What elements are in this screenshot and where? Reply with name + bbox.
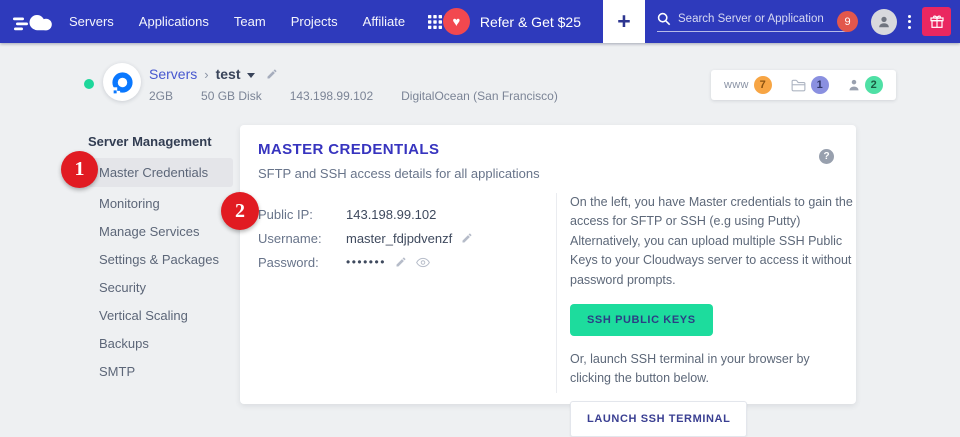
- edit-password-icon[interactable]: [395, 256, 407, 268]
- cloudways-logo-icon[interactable]: [13, 9, 59, 35]
- team-count: 2: [864, 76, 883, 94]
- password-value: •••••••: [346, 255, 386, 269]
- breadcrumb-separator: ›: [204, 66, 209, 82]
- server-name[interactable]: test: [216, 66, 241, 82]
- public-ip-row: Public IP: 143.198.99.102: [258, 202, 473, 226]
- password-label: Password:: [258, 254, 319, 270]
- vertical-divider: [556, 193, 557, 393]
- search-icon: [657, 12, 671, 26]
- annotation-step-1: 1: [61, 151, 98, 188]
- server-size: 2GB: [149, 89, 174, 103]
- page-subtitle: SFTP and SSH access details for all appl…: [258, 166, 540, 181]
- terminal-info-text: Or, launch SSH terminal in your browser …: [570, 351, 810, 385]
- sidebar: Server Management Master Credentials Mon…: [88, 134, 233, 386]
- more-menu-icon[interactable]: [908, 14, 911, 29]
- sidebar-item-backups[interactable]: Backups: [88, 330, 233, 357]
- ssh-public-keys-button[interactable]: SSH PUBLIC KEYS: [570, 303, 713, 336]
- search-bar: [657, 12, 847, 32]
- chevron-down-icon[interactable]: [247, 72, 256, 78]
- user-avatar[interactable]: [871, 8, 897, 35]
- apps-count: 7: [753, 76, 772, 94]
- heart-icon[interactable]: ♥: [442, 8, 470, 35]
- annotation-step-2: 2: [221, 192, 259, 230]
- sidebar-item-manage-services[interactable]: Manage Services: [88, 218, 233, 245]
- username-row: Username: master_fdjpdvenzf: [258, 226, 473, 250]
- folder-icon: [791, 79, 806, 92]
- help-icon[interactable]: ?: [819, 149, 834, 164]
- top-nav: Servers Applications Team Projects Affil…: [0, 0, 960, 43]
- nav-menu: Servers Applications Team Projects Affil…: [69, 14, 405, 29]
- username-label: Username:: [258, 230, 322, 246]
- sidebar-heading: Server Management: [88, 134, 212, 149]
- public-ip-value: 143.198.99.102: [346, 206, 437, 222]
- sidebar-item-monitoring[interactable]: Monitoring: [88, 190, 233, 217]
- public-ip-label: Public IP:: [258, 206, 313, 222]
- search-input[interactable]: [678, 12, 828, 25]
- server-disk: 50 GB Disk: [201, 89, 262, 103]
- sidebar-item-settings-packages[interactable]: Settings & Packages: [88, 246, 233, 273]
- server-ip: 143.198.99.102: [289, 89, 374, 103]
- ssh-info-panel: On the left, you have Master credentials…: [570, 193, 854, 437]
- show-password-eye-icon[interactable]: [416, 257, 430, 268]
- person-icon: [848, 79, 860, 92]
- gift-icon[interactable]: [922, 7, 951, 36]
- server-specs: 2GB 50 GB Disk 143.198.99.102 DigitalOce…: [149, 89, 558, 103]
- projects-count-badge[interactable]: 1: [791, 76, 829, 94]
- refer-link[interactable]: Refer & Get $25: [480, 14, 581, 30]
- page-title: MASTER CREDENTIALS: [258, 141, 440, 158]
- sidebar-item-smtp[interactable]: SMTP: [88, 358, 233, 385]
- add-server-button[interactable]: +: [603, 0, 645, 43]
- sidebar-item-security[interactable]: Security: [88, 274, 233, 301]
- edit-username-icon[interactable]: [461, 232, 473, 244]
- master-credentials-card: MASTER CREDENTIALS SFTP and SSH access d…: [240, 125, 856, 437]
- breadcrumb-servers-link[interactable]: Servers: [149, 66, 197, 82]
- nav-item-team[interactable]: Team: [234, 14, 266, 29]
- ssh-info-text: On the left, you have Master credentials…: [570, 195, 853, 287]
- digitalocean-logo-icon: [103, 63, 141, 101]
- server-status-dot: [84, 79, 94, 89]
- credentials-fields: Public IP: 143.198.99.102 Username: mast…: [258, 202, 473, 274]
- www-label: www: [724, 79, 749, 91]
- team-count-badge[interactable]: 2: [848, 76, 883, 94]
- sidebar-item-vertical-scaling[interactable]: Vertical Scaling: [88, 302, 233, 329]
- nav-item-projects[interactable]: Projects: [291, 14, 338, 29]
- username-value: master_fdjpdvenzf: [346, 230, 453, 246]
- sidebar-item-master-credentials[interactable]: Master Credentials: [88, 158, 233, 187]
- apps-count-badge[interactable]: www 7: [724, 76, 772, 94]
- nav-item-servers[interactable]: Servers: [69, 14, 114, 29]
- server-provider: DigitalOcean (San Francisco): [401, 89, 558, 103]
- projects-count: 1: [810, 76, 829, 94]
- notification-badge[interactable]: 9: [837, 11, 858, 32]
- nav-item-affiliate[interactable]: Affiliate: [363, 14, 405, 29]
- apps-grid-icon[interactable]: [428, 14, 443, 29]
- edit-server-name-icon[interactable]: [266, 68, 278, 80]
- breadcrumb: Servers › test 2GB 50 GB Disk 143.198.99…: [149, 66, 558, 103]
- password-row: Password: •••••••: [258, 250, 473, 274]
- launch-ssh-terminal-button[interactable]: LAUNCH SSH TERMINAL: [570, 401, 748, 437]
- nav-item-applications[interactable]: Applications: [139, 14, 209, 29]
- server-summary-card: www 7 1 2: [711, 70, 896, 100]
